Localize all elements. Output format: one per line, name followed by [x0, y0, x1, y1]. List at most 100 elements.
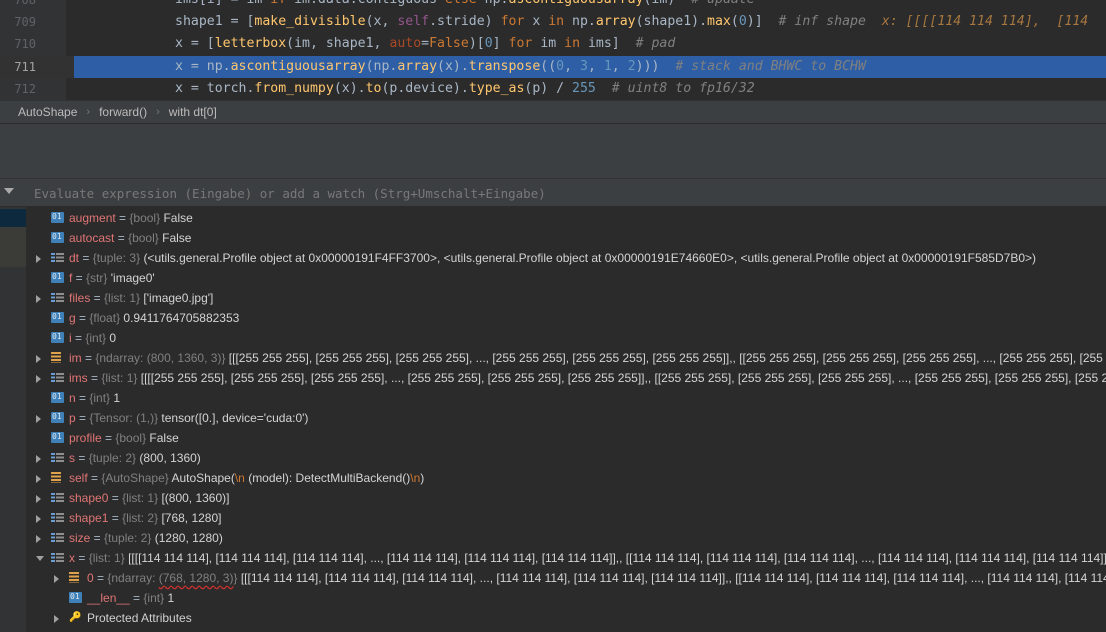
variable-row[interactable]: augment = {bool} False	[26, 207, 1106, 228]
variable-value: ['image0.jpg']	[143, 291, 214, 305]
variable-text: Protected Attributes	[87, 608, 192, 628]
variable-name: profile	[69, 431, 102, 445]
code-text: x = torch.from_numpy(x).to(p.device).typ…	[74, 78, 1106, 100]
chevron-right-icon[interactable]	[36, 415, 41, 423]
chevron-right-icon[interactable]	[36, 295, 41, 303]
variable-value: (1280, 1280)	[154, 531, 223, 545]
chevron-right-icon[interactable]	[36, 495, 41, 503]
code-line[interactable]: 710 x = [letterbox(im, shape1, auto=False…	[0, 33, 1106, 55]
breadcrumb: AutoShape › forward() › with dt[0]	[0, 100, 1106, 124]
chevron-right-icon[interactable]	[36, 455, 41, 463]
code-editor[interactable]: 708 ims[i] = im if im.data.contiguous els…	[0, 0, 1106, 100]
chevron-right-icon[interactable]	[36, 475, 41, 483]
collection-icon	[51, 252, 64, 263]
chevron-right-icon[interactable]	[36, 355, 41, 363]
variable-text: self = {AutoShape} AutoShape(\n (model):…	[69, 468, 424, 488]
collection-icon	[51, 372, 64, 383]
breadcrumb-block[interactable]: with dt[0]	[169, 105, 217, 119]
code-token: in	[564, 36, 581, 51]
key-icon: 🔑	[69, 612, 82, 623]
variable-type: {Tensor: (1,)}	[89, 411, 159, 425]
evaluate-expression-input[interactable]	[30, 183, 1106, 203]
variable-row[interactable]: p = {Tensor: (1,)} tensor([0.], device='…	[26, 407, 1106, 428]
variable-row[interactable]: shape0 = {list: 1} [(800, 1360)]	[26, 488, 1106, 508]
equals-sign: =	[101, 431, 116, 445]
variable-row[interactable]: ims = {list: 1} [[[[255 255 255], [255 2…	[26, 368, 1106, 388]
variable-type: {list: 1}	[122, 491, 159, 505]
breadcrumb-class[interactable]: AutoShape	[18, 105, 77, 119]
line-number: 708	[14, 0, 36, 7]
code-token: im.data.contiguous	[286, 0, 445, 7]
code-line[interactable]: 708 ims[i] = im if im.data.contiguous els…	[0, 0, 1106, 11]
chevron-right-icon[interactable]	[54, 575, 59, 583]
code-token: in	[548, 14, 565, 29]
variable-row[interactable]: 0 = {ndarray: (768, 1280, 3)} [[[114 114…	[26, 568, 1106, 588]
variable-row[interactable]: self = {AutoShape} AutoShape(\n (model):…	[26, 468, 1106, 488]
variable-value: 0.9411764705882353	[123, 311, 240, 325]
code-token: ,	[564, 59, 580, 74]
chevron-down-icon[interactable]	[36, 556, 44, 561]
variable-row[interactable]: s = {tuple: 2} (800, 1360)	[26, 448, 1106, 468]
line-number: 709	[14, 15, 36, 29]
code-token: ims]	[580, 36, 636, 51]
chevron-right-icon[interactable]	[36, 515, 41, 523]
code-token: (p.device).	[381, 81, 469, 96]
gutter-marker	[0, 227, 26, 267]
variable-row[interactable]: files = {list: 1} ['image0.jpg']	[26, 288, 1106, 308]
variable-value: (800, 1360)	[139, 451, 201, 465]
code-token: 255	[572, 81, 596, 96]
equals-sign: =	[108, 491, 123, 505]
variable-type: {list: 1}	[88, 551, 125, 565]
variable-row[interactable]: 🔑 Protected Attributes	[26, 608, 1106, 628]
primitive-type-icon	[69, 587, 82, 607]
variable-row[interactable]: g = {float} 0.9411764705882353	[26, 307, 1106, 328]
code-token: (x).	[333, 81, 366, 96]
variable-row[interactable]: f = {str} 'image0'	[26, 267, 1106, 288]
variable-row[interactable]: n = {int} 1	[26, 387, 1106, 408]
variable-type: {bool}	[115, 431, 147, 445]
code-token: False	[429, 36, 469, 51]
equals-sign: =	[114, 231, 129, 245]
variable-row[interactable]: __len__ = {int} 1	[26, 587, 1106, 608]
variable-row[interactable]: shape1 = {list: 2} [768, 1280]	[26, 508, 1106, 528]
collection-icon	[51, 292, 64, 303]
primitive-type-icon	[51, 407, 64, 427]
variable-text: g = {float} 0.9411764705882353	[69, 308, 239, 328]
code-token: 2	[627, 59, 636, 74]
variable-type: {bool}	[128, 231, 159, 245]
equals-sign: =	[79, 251, 93, 265]
variable-row[interactable]: i = {int} 0	[26, 327, 1106, 348]
variable-row[interactable]: size = {tuple: 2} (1280, 1280)	[26, 528, 1106, 548]
variable-name: shape1	[69, 511, 109, 525]
code-line[interactable]: 711 x = np.ascontiguousarray(np.array(x).…	[0, 56, 1106, 78]
code-token: ascontiguousarray	[230, 59, 366, 74]
variable-row[interactable]: autocast = {bool} False	[26, 227, 1106, 248]
equals-sign: =	[71, 331, 86, 345]
watch-bar	[0, 179, 1106, 207]
chevron-down-icon[interactable]	[4, 188, 14, 194]
variable-name: g	[69, 311, 76, 325]
code-token: x	[524, 14, 549, 29]
variable-row[interactable]: im = {ndarray: (800, 1360, 3)} [[[255 25…	[26, 348, 1106, 368]
code-line[interactable]: 709 shape1 = [make_divisible(x, self.stri…	[0, 11, 1106, 33]
variable-row[interactable]: x = {list: 1} [[[[114 114 114], [114 114…	[26, 548, 1106, 568]
line-number: 711	[14, 60, 36, 74]
debug-toolbar	[0, 124, 1106, 179]
variable-name: shape0	[69, 491, 109, 505]
variable-value: [[[[114 114 114], [114 114 114], [114 11…	[128, 551, 1106, 565]
code-line[interactable]: 712 x = torch.from_numpy(x).to(p.device).…	[0, 78, 1106, 100]
equals-sign: =	[87, 471, 102, 485]
variable-value: (<utils.general.Profile object at 0x0000…	[143, 251, 1037, 265]
variable-type: {int}	[85, 331, 107, 345]
variable-row[interactable]: profile = {bool} False	[26, 427, 1106, 448]
variable-text: shape1 = {list: 2} [768, 1280]	[69, 508, 222, 528]
breadcrumb-method[interactable]: forward()	[99, 105, 147, 119]
chevron-right-icon[interactable]	[54, 615, 59, 623]
chevron-right-icon[interactable]	[36, 535, 41, 543]
variable-row[interactable]: dt = {tuple: 3} (<utils.general.Profile …	[26, 248, 1106, 268]
primitive-type-icon	[51, 307, 64, 327]
chevron-right-icon[interactable]	[36, 375, 41, 383]
chevron-right-icon[interactable]	[36, 255, 41, 263]
code-token: shape1 = [	[175, 14, 255, 29]
variable-name: dt	[69, 251, 80, 265]
